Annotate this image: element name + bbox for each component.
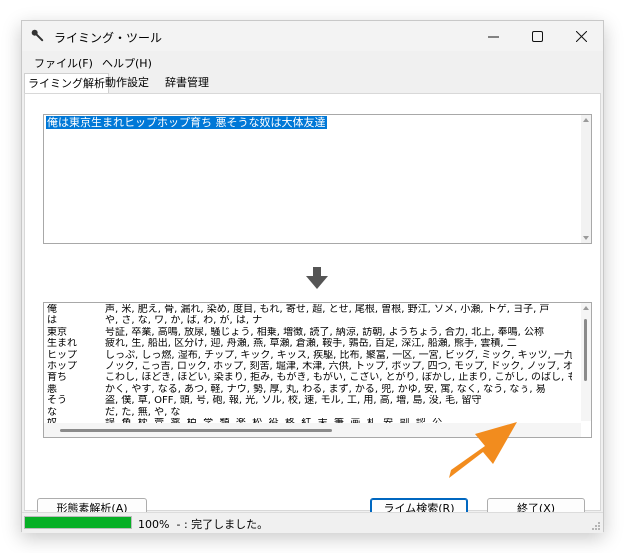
result-rhymes: こわし, ほどき, ほどい, 染まり, 拒み, もがき, もがい, こざい, と…	[105, 372, 572, 384]
maximize-icon	[531, 30, 543, 42]
result-rhymes: だ, た, 無, や, な	[105, 406, 181, 418]
close-button[interactable]	[559, 21, 603, 51]
tab-dictionary[interactable]: 辞書管理	[162, 73, 212, 93]
input-scrollbar[interactable]	[581, 115, 591, 243]
result-rhymes: 号証, 卒業, 高鳴, 放尿, 騒じょう, 相乗, 増徴, 読了, 納涼, 訪朝…	[105, 326, 545, 338]
result-row[interactable]: な だ, た, 無, や, な	[47, 407, 572, 418]
menu-bar: ファイル(F) ヘルプ(H)	[22, 52, 603, 71]
result-rhymes: ノック, こっ吉, ロック, ホップ, 刻苦, 堀津, 木津, 六供, トップ,…	[105, 360, 572, 372]
result-row[interactable]: は や, さ, な, ワ, か, ば, わ, が, は, ナ	[47, 315, 572, 326]
status-colon: :	[183, 518, 188, 531]
result-word: そう	[47, 395, 67, 407]
results-rows: 俺 声, 米, 肥え, 骨, 漏れ, 染め, 度目, もれ, 寄せ, 超, とせ,…	[47, 304, 572, 429]
window-title: ライミング・ツール	[54, 31, 163, 45]
result-rhymes: かく, やす, なる, あつ, 軽, ナウ, 勢, 厚, 丸, わる, まず, …	[105, 383, 546, 395]
result-row[interactable]: ホップ ノック, こっ吉, ロック, ホップ, 刻苦, 堀津, 木津, 六供, ト…	[47, 361, 572, 372]
status-message: 完了しました。	[191, 518, 269, 531]
scroll-down-icon	[583, 236, 589, 240]
maximize-button[interactable]	[515, 21, 559, 51]
lyrics-input-text[interactable]: 俺は東京生まれヒップホップ育ち 悪そうな奴は大体友達	[46, 116, 327, 129]
result-row[interactable]: 東京 号証, 卒業, 高鳴, 放尿, 騒じょう, 相乗, 増徴, 読了, 納涼, …	[47, 327, 572, 338]
result-row[interactable]: 俺 声, 米, 肥え, 骨, 漏れ, 染め, 度目, もれ, 寄せ, 超, とせ,…	[47, 304, 572, 315]
result-word: 俺	[47, 304, 57, 315]
result-rhymes: 盗, 僕, 草, OFF, 頭, 号, 砲, 報, 光, ソル, 校, 速, モ…	[105, 395, 482, 407]
results-vscroll-thumb[interactable]	[584, 319, 587, 381]
lyrics-input[interactable]: 俺は東京生まれヒップホップ育ち 悪そうな奴は大体友達	[43, 114, 592, 244]
tab-rhyme-analysis[interactable]: ライミング解析	[24, 73, 109, 93]
result-row[interactable]: ヒップ しっぷ, しっ燃, 湿布, チップ, キック, キッス, 疾駆, 比布, …	[47, 350, 572, 361]
results-hscroll-thumb[interactable]	[60, 429, 332, 432]
title-bar[interactable]: ライミング・ツール	[22, 21, 603, 51]
result-word: 東京	[47, 326, 67, 338]
down-arrow-icon	[306, 267, 328, 289]
result-rhymes: 疲れ, 生, 船出, 区分け, 迎, 舟瀬, 燕, 草瀬, 倉瀬, 鞍手, 鶉岳…	[105, 338, 517, 350]
result-row[interactable]: 悪 かく, やす, なる, あつ, 軽, ナウ, 勢, 厚, 丸, わる, まず,…	[47, 384, 572, 395]
result-rhymes: 声, 米, 肥え, 骨, 漏れ, 染め, 度目, もれ, 寄せ, 超, とせ, …	[105, 304, 550, 315]
status-text: 100% - : 完了しました。	[138, 516, 268, 532]
result-word: ヒップ	[47, 349, 77, 361]
result-word: は	[47, 315, 57, 327]
tab-strip: ライミング解析 動作設定 辞書管理	[24, 73, 603, 93]
result-row[interactable]: 生まれ 疲れ, 生, 船出, 区分け, 迎, 舟瀬, 燕, 草瀬, 倉瀬, 鞍手,…	[47, 338, 572, 349]
result-word: 悪	[47, 383, 57, 395]
result-row[interactable]: そう 盗, 僕, 草, OFF, 頭, 号, 砲, 報, 光, ソル, 校, 速,…	[47, 395, 572, 406]
status-percent: 100%	[138, 518, 170, 531]
minimize-button[interactable]	[471, 21, 515, 51]
tab-settings[interactable]: 動作設定	[102, 73, 152, 93]
result-rhymes: しっぷ, しっ燃, 湿布, チップ, キック, キッス, 疾駆, 比布, 聚富,…	[105, 349, 572, 361]
pointer-arrow-icon	[449, 422, 517, 478]
result-word: な	[47, 406, 57, 418]
resize-grip-icon[interactable]	[591, 521, 601, 531]
result-word: ホップ	[47, 360, 77, 372]
menu-file[interactable]: ファイル(F)	[34, 55, 93, 71]
results-vscrollbar[interactable]	[581, 303, 591, 421]
result-word: 生まれ	[47, 338, 77, 350]
progress-bar	[24, 516, 132, 529]
result-rhymes: や, さ, な, ワ, か, ば, わ, が, は, ナ	[105, 315, 263, 327]
progress-fill	[25, 517, 131, 528]
scroll-up-icon	[583, 306, 589, 310]
result-word: 育ち	[47, 372, 67, 384]
status-separator: -	[176, 518, 181, 531]
minimize-icon	[487, 36, 499, 37]
app-icon	[31, 29, 44, 42]
close-icon	[575, 30, 587, 42]
menu-help[interactable]: ヘルプ(H)	[102, 55, 152, 71]
scroll-up-icon	[583, 118, 589, 122]
status-bar: 100% - : 完了しました。	[22, 512, 603, 533]
result-row[interactable]: 育ち こわし, ほどき, ほどい, 染まり, 拒み, もがき, もがい, こざい,…	[47, 372, 572, 383]
